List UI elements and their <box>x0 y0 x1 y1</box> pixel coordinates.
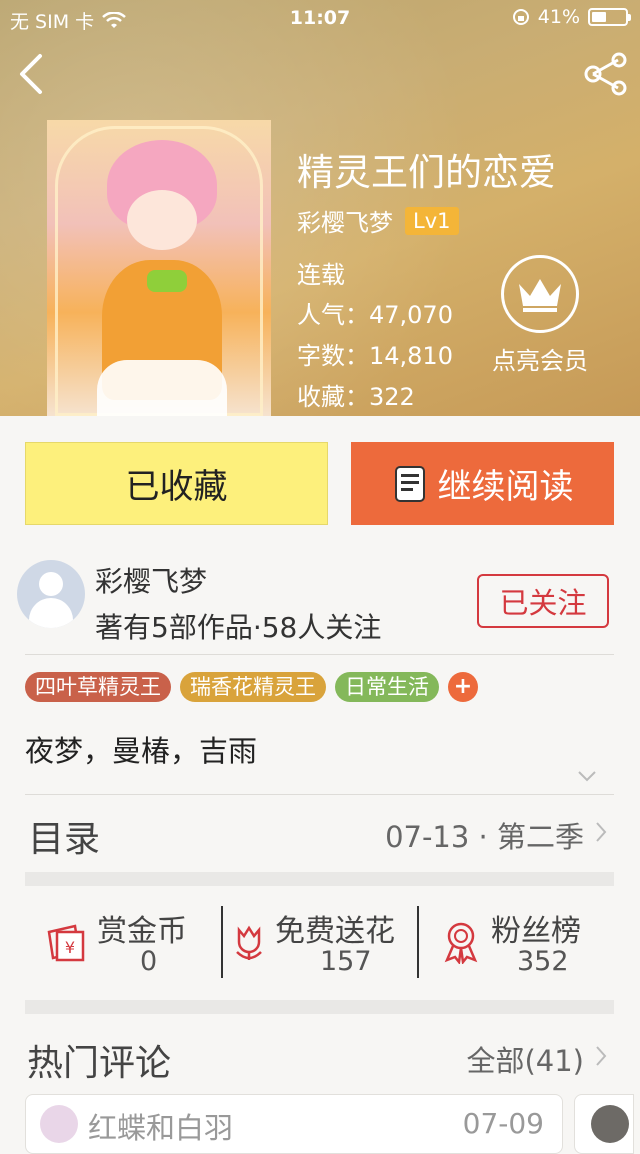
vip-button[interactable]: 点亮会员 <box>480 255 600 376</box>
chevron-down-icon <box>578 771 596 782</box>
favorite-label: 已收藏 <box>125 467 228 507</box>
continue-reading-label: 继续阅读 <box>437 467 574 507</box>
book-author[interactable]: 彩樱飞梦 <box>297 203 393 238</box>
favorite-button[interactable]: 已收藏 <box>25 442 328 525</box>
comment-date: 07-09 <box>462 1107 544 1140</box>
commenter-avatar <box>591 1105 629 1143</box>
svg-text:¥: ¥ <box>65 938 75 957</box>
book-description: 夜梦，曼椿，吉雨 <box>25 734 258 768</box>
toc-label: 目录 <box>28 819 101 860</box>
red-envelope-icon: ¥ <box>47 924 85 962</box>
chevron-right-icon <box>596 822 607 842</box>
fan-ranking-value: 352 <box>517 946 569 977</box>
share-icon <box>584 52 627 96</box>
reward-coins-button[interactable]: ¥ 赏金币 0 <box>25 896 220 992</box>
fan-ranking-button[interactable]: 粉丝榜 352 <box>419 896 614 992</box>
author-avatar[interactable] <box>17 560 85 628</box>
follow-button[interactable]: 已关注 <box>477 574 609 628</box>
level-badge: Lv1 <box>405 206 459 235</box>
support-stats-row: ¥ 赏金币 0 免费送花 157 粉丝榜 352 <box>25 896 614 992</box>
flower-icon <box>236 925 262 960</box>
commenter-avatar <box>40 1105 78 1143</box>
book-author-line: 彩樱飞梦 Lv1 <box>297 203 459 238</box>
book-popularity: 人气：47,070 <box>297 301 453 329</box>
hot-comments-header[interactable]: 热门评论 全部(41) <box>25 1020 614 1090</box>
add-tag-button[interactable]: + <box>448 672 478 702</box>
send-flower-button[interactable]: 免费送花 157 <box>223 896 417 992</box>
divider <box>25 654 614 655</box>
expand-description-button[interactable] <box>577 768 597 787</box>
share-button[interactable] <box>582 52 630 100</box>
continue-reading-button[interactable]: 继续阅读 <box>351 442 614 525</box>
tag-item[interactable]: 瑞香花精灵王 <box>180 672 326 702</box>
book-word-count: 字数：14,810 <box>297 342 453 370</box>
author-name[interactable]: 彩樱飞梦 <box>95 560 207 600</box>
author-stats: 著有5部作品·58人关注 <box>95 611 382 644</box>
divider <box>25 794 614 795</box>
vip-label: 点亮会员 <box>492 347 588 375</box>
book-favorites: 收藏：322 <box>297 383 415 411</box>
battery-icon <box>588 8 631 26</box>
back-button[interactable] <box>14 52 48 100</box>
send-flower-value: 157 <box>320 946 372 977</box>
book-icon <box>394 465 425 502</box>
tag-item[interactable]: 四叶草精灵王 <box>25 672 171 702</box>
comment-card[interactable] <box>574 1094 634 1154</box>
orientation-lock-icon <box>512 9 529 25</box>
chevron-left-icon <box>20 54 42 94</box>
book-cover-image <box>47 120 271 416</box>
medal-icon <box>444 922 478 964</box>
table-of-contents-row[interactable]: 目录 07-13 · 第二季 <box>25 796 614 872</box>
tag-list: 四叶草精灵王 瑞香花精灵王 日常生活 + <box>25 672 478 702</box>
all-comments-link[interactable]: 全部(41) <box>466 1038 584 1080</box>
fan-ranking-label: 粉丝榜 <box>491 914 581 949</box>
reward-coins-label: 赏金币 <box>97 914 187 949</box>
chevron-right-icon <box>596 1046 607 1066</box>
status-bar: 无 SIM 卡 11:07 41% <box>0 0 640 36</box>
follow-label: 已关注 <box>499 586 587 620</box>
hot-comments-label: 热门评论 <box>27 1043 172 1084</box>
author-row[interactable]: 彩樱飞梦 著有5部作品·58人关注 已关注 <box>0 552 640 644</box>
toc-latest-chapter: 07-13 · 第二季 <box>385 820 584 854</box>
commenter-name: 红蝶和白羽 <box>88 1111 234 1145</box>
reward-coins-value: 0 <box>140 946 158 977</box>
book-status: 连载 <box>297 261 345 289</box>
section-separator <box>25 1000 614 1014</box>
crown-icon <box>519 279 561 312</box>
tag-item[interactable]: 日常生活 <box>335 672 439 702</box>
book-title: 精灵王们的恋爱 <box>297 151 556 194</box>
comment-card[interactable]: 红蝶和白羽 07-09 <box>25 1094 563 1154</box>
action-buttons: 已收藏 继续阅读 <box>25 442 614 525</box>
section-separator <box>25 872 614 886</box>
battery-percent: 41% <box>537 6 580 28</box>
send-flower-label: 免费送花 <box>275 914 395 949</box>
